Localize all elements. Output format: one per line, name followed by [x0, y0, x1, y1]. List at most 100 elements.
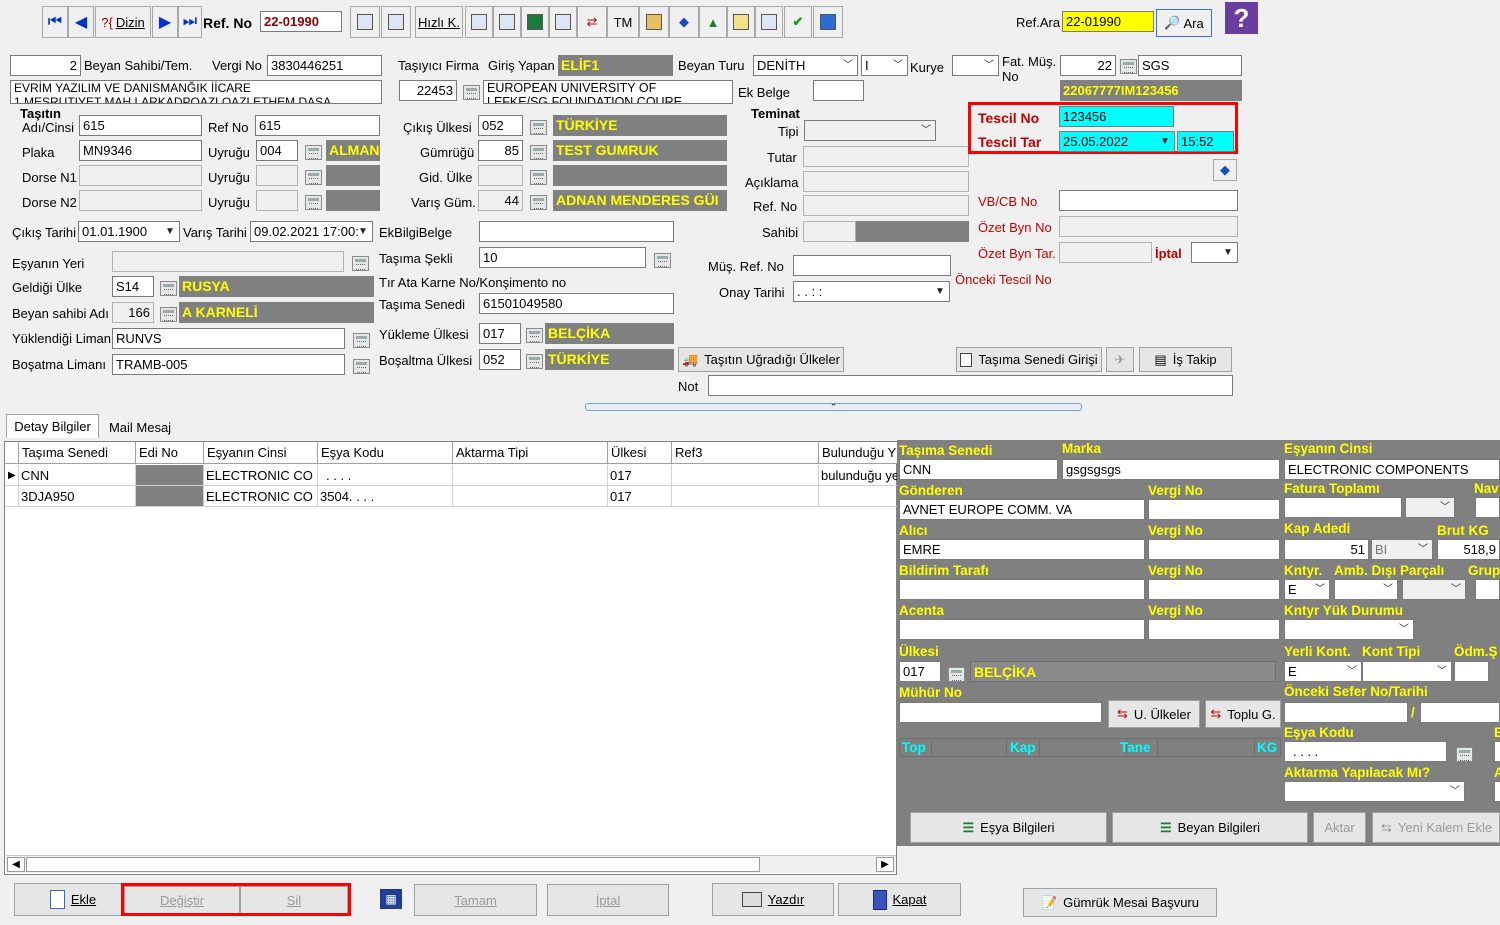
bosaltma-limani-field[interactable]: TRAMB-005 — [112, 354, 345, 375]
esyanin-yeri-field[interactable] — [112, 251, 344, 272]
table-cell[interactable]: ELECTRONIC CO — [204, 486, 318, 507]
ara-button[interactable]: 🔎 Ara — [1156, 9, 1212, 37]
yuklendigi-liman-lookup-icon[interactable] — [353, 333, 370, 348]
vergi-no-field[interactable]: 3830446251 — [267, 55, 382, 76]
table-cell[interactable]: 017 — [608, 486, 672, 507]
table-cell[interactable]: CNN — [19, 465, 136, 486]
tab-mail-mesaj[interactable]: Mail Mesaj — [102, 417, 178, 438]
geldigi-ulke-field[interactable]: S14 — [112, 276, 154, 297]
d-acenta-field[interactable] — [899, 619, 1145, 640]
table-cell[interactable]: ELECTRONIC CO — [204, 465, 318, 486]
d-gonderen-vergi-field[interactable] — [1148, 499, 1280, 520]
col-header-bulundugu-yer[interactable]: Bulunduğu Y — [819, 442, 897, 464]
bosaltma-ulkesi-lookup-icon[interactable] — [526, 354, 543, 369]
uyrugu2-field[interactable] — [256, 165, 298, 186]
d-extra-field-1[interactable] — [1494, 741, 1500, 762]
table-cell[interactable] — [136, 486, 204, 507]
d-odm-field[interactable] — [1454, 661, 1489, 682]
ekle-button[interactable]: Ekle — [14, 883, 132, 916]
beyan-sahibi-no-field[interactable]: 2 — [10, 55, 81, 76]
u-ulkeler-button[interactable]: ⇆ U. Ülkeler — [1108, 700, 1200, 728]
last-record-button[interactable]: ⏭ — [178, 6, 202, 38]
plaka-field[interactable]: MN9346 — [79, 140, 202, 161]
yukleme-ulkesi-field[interactable]: 017 — [479, 323, 521, 344]
uyrugu3-lookup-icon[interactable] — [305, 195, 322, 210]
tool-button-1[interactable] — [465, 6, 493, 38]
fat-mus-lookup-icon[interactable] — [1120, 59, 1137, 74]
d-brut-kg-field[interactable]: 518,9 — [1437, 539, 1500, 560]
col-header-ref3[interactable]: Ref3 — [672, 442, 819, 464]
scroll-thumb[interactable] — [26, 857, 760, 872]
yuklendigi-liman-field[interactable]: RUNVS — [112, 328, 345, 349]
d-esya-kodu-lookup-icon[interactable] — [1456, 747, 1473, 762]
yukleme-ulkesi-lookup-icon[interactable] — [526, 328, 543, 343]
next-record-button[interactable]: ▶ — [152, 6, 178, 38]
gumrugu-field[interactable]: 85 — [478, 140, 523, 161]
table-cell[interactable] — [672, 465, 819, 486]
col-header-aktarma-tipi[interactable]: Aktarma Tipi — [453, 442, 608, 464]
d-fatura-currency-select[interactable]: ﹀ — [1405, 497, 1455, 518]
tool-button-4[interactable] — [549, 6, 577, 38]
yazdir-button[interactable]: Yazdır — [712, 883, 834, 916]
varis-gum-field[interactable]: 44 — [478, 190, 523, 211]
hizli-button[interactable]: Hızlı K. — [415, 6, 463, 38]
calculator-icon[interactable]: ▦ — [380, 889, 402, 909]
horizontal-scrollbar[interactable]: ◀ ▶ — [6, 855, 896, 873]
gid-ulke-field[interactable] — [478, 165, 523, 186]
kapat-button[interactable]: Kapat — [838, 883, 961, 916]
dizin-button[interactable]: ?{Dizin — [95, 6, 151, 38]
teminat-tipi-select[interactable]: ﹀ — [804, 120, 936, 141]
teminat-ref-no-field[interactable] — [803, 195, 969, 216]
d-amb-select[interactable]: ﹀ — [1334, 579, 1398, 600]
ref-no-field[interactable]: 22-01990 — [260, 11, 342, 32]
d-kntyr-select[interactable]: E ﹀ — [1284, 579, 1330, 600]
d-nav-field[interactable] — [1475, 497, 1500, 518]
items-grid[interactable]: Taşıma Senedi Edi No Eşyanın Cinsi Eşya … — [4, 441, 897, 875]
bosaltma-limani-lookup-icon[interactable] — [353, 359, 370, 374]
d-kap-adedi-field[interactable]: 51 — [1284, 539, 1369, 560]
cikis-ulkesi-lookup-icon[interactable] — [530, 120, 547, 135]
d-esyanin-cinsi-field[interactable]: ELECTRONIC COMPONENTS — [1284, 459, 1500, 480]
d-kntyr-yuk-select[interactable]: ﹀ — [1284, 619, 1414, 640]
tescil-tar-picker[interactable]: 25.05.2022 ▼ — [1059, 131, 1175, 152]
table-cell[interactable]: . . . . — [318, 465, 453, 486]
vbcb-field[interactable] — [1059, 190, 1238, 211]
tab-detay-bilgiler[interactable]: Detay Bilgiler — [6, 414, 99, 438]
table-cell[interactable]: 017 — [608, 465, 672, 486]
help-icon[interactable]: ? — [1225, 2, 1258, 34]
d-grup-field[interactable] — [1475, 579, 1500, 600]
d-marka-field[interactable]: gsgsgsgs — [1062, 459, 1280, 480]
d-gonderen-field[interactable]: AVNET EUROPE COMM. VA — [899, 499, 1145, 520]
gumrugu-lookup-icon[interactable] — [530, 145, 547, 160]
table-cell[interactable] — [453, 486, 608, 507]
print-button[interactable] — [350, 6, 380, 38]
toplu-g-button[interactable]: ⇆ Toplu G. — [1205, 700, 1281, 728]
beyan-sahibi-adi-field[interactable]: 166 — [112, 302, 154, 323]
tool-button-10[interactable] — [755, 6, 783, 38]
ref-ara-field[interactable]: 22-01990 — [1062, 11, 1154, 32]
table-cell[interactable] — [819, 486, 897, 507]
tasima-sekli-field[interactable]: 10 — [479, 247, 646, 268]
uyrugu2-lookup-icon[interactable] — [305, 170, 322, 185]
d-alici-field[interactable]: EMRE — [899, 539, 1145, 560]
tescil-saat-field[interactable]: 15:52 — [1177, 131, 1234, 152]
tescil-no-field[interactable]: 123456 — [1059, 106, 1174, 127]
firma-text-field[interactable]: EVRİM YAZILIM VE DANISMANĞIK İİCARE 1 MES… — [10, 80, 382, 104]
col-header-esya-kodu[interactable]: Eşya Kodu — [318, 442, 453, 464]
tool-button-6[interactable] — [639, 6, 669, 38]
table-cell[interactable] — [136, 465, 204, 486]
d-muhur-field[interactable] — [899, 702, 1102, 723]
uyrugu3-field[interactable] — [256, 190, 298, 211]
adi-cinsi-field[interactable]: 615 — [79, 115, 202, 136]
d-tasima-senedi-field[interactable]: CNN — [899, 459, 1058, 480]
d-ulkesi-lookup-icon[interactable] — [948, 667, 965, 682]
excel-button[interactable] — [521, 6, 549, 38]
not-field[interactable] — [708, 375, 1233, 396]
beyan-turu2-select[interactable]: I ﹀ — [861, 55, 908, 76]
beyan-sahibi-adi-lookup-icon[interactable] — [160, 307, 177, 322]
sahibi-field[interactable] — [803, 221, 856, 242]
ugradigi-ulkeler-button[interactable]: 🚚 Taşıtın Uğradığı Ülkeler — [678, 347, 844, 372]
d-onceki-sefer-no-field[interactable] — [1284, 702, 1408, 723]
d-kap-birim-select[interactable]: BI ﹀ — [1371, 539, 1433, 560]
table-cell[interactable] — [453, 465, 608, 486]
